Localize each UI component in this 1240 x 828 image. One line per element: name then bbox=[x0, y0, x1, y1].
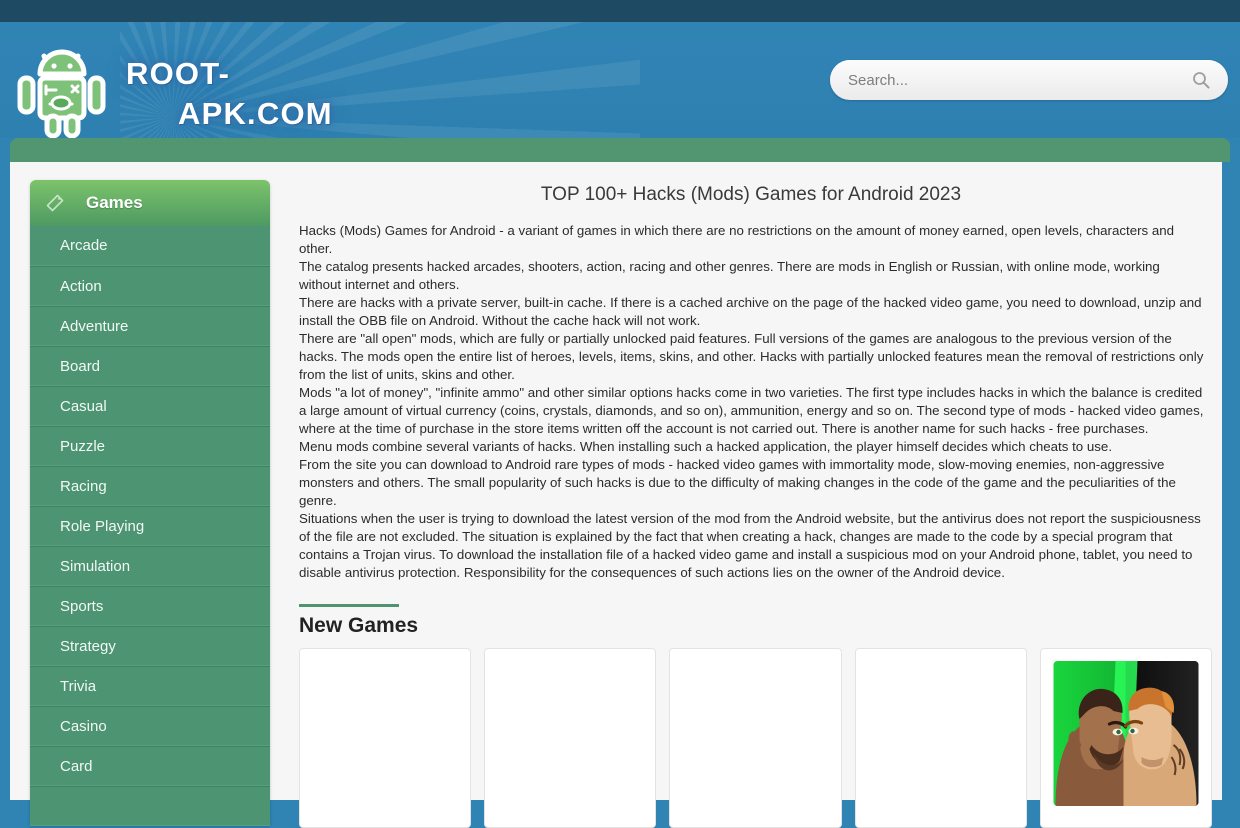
site-header: ROOT- APK.COM bbox=[0, 22, 1240, 138]
main-column: TOP 100+ Hacks (Mods) Games for Android … bbox=[290, 172, 1213, 828]
sidebar-games-menu: Games Arcade Action Adventure Board Casual Pu… bbox=[30, 180, 270, 826]
intro-paragraph: Mods "a lot of money", "infinite ammo" a… bbox=[299, 385, 1204, 436]
sidebar-item-label: Role Playing bbox=[60, 517, 145, 535]
sidebar-item-label: Casual bbox=[60, 397, 107, 415]
sidebar-item-label: Card bbox=[60, 757, 93, 775]
search-input[interactable] bbox=[848, 60, 1188, 100]
sidebar-item-more[interactable] bbox=[30, 786, 270, 826]
sidebar-item-label: Casino bbox=[60, 717, 107, 735]
page-title: TOP 100+ Hacks (Mods) Games for Android … bbox=[540, 184, 962, 205]
intro-paragraph: There are hacks with a private server, b… bbox=[299, 295, 1202, 328]
sidebar-item-strategy[interactable]: Strategy bbox=[30, 626, 270, 666]
search-icon[interactable] bbox=[1192, 71, 1210, 89]
sidebar-item-label: Sports bbox=[60, 597, 104, 615]
tag-icon bbox=[46, 194, 64, 212]
new-games-section-header: New Games bbox=[299, 604, 1212, 638]
android-robot-wrench-icon bbox=[17, 49, 106, 138]
new-games-card-grid bbox=[290, 648, 1213, 828]
sidebar-item-label: Simulation bbox=[60, 557, 131, 575]
section-title: New Games bbox=[299, 614, 419, 637]
game-card[interactable] bbox=[669, 648, 842, 828]
game-card[interactable] bbox=[299, 648, 472, 828]
intro-paragraph: Menu mods combine several variants of ha… bbox=[299, 439, 1113, 454]
sidebar-item-label: Racing bbox=[60, 477, 107, 495]
sidebar-item-label: Arcade bbox=[60, 237, 108, 254]
game-thumbnail bbox=[1053, 661, 1199, 806]
sidebar-item-adventure[interactable]: Adventure bbox=[30, 306, 270, 346]
section-accent-rule bbox=[299, 604, 399, 607]
sidebar-item-card[interactable]: Card bbox=[30, 746, 270, 786]
game-card[interactable] bbox=[1039, 648, 1213, 828]
right-gutter bbox=[1230, 138, 1240, 800]
sidebar-title: Games bbox=[86, 193, 143, 212]
green-divider-band bbox=[10, 138, 1230, 162]
sidebar-item-label: Strategy bbox=[60, 637, 116, 655]
intro-paragraph: Hacks (Mods) Games for Android - a varia… bbox=[299, 223, 1175, 256]
sidebar-item-sports[interactable]: Sports bbox=[30, 586, 270, 626]
top-navy-strip bbox=[0, 0, 1240, 22]
sidebar-item-label: Adventure bbox=[60, 317, 129, 335]
sidebar-item-label: Trivia bbox=[60, 677, 97, 695]
intro-paragraph: Situations when the user is trying to do… bbox=[299, 511, 1201, 580]
logo-text-line-1: ROOT- bbox=[126, 56, 231, 91]
search-area bbox=[830, 60, 1228, 100]
intro-paragraph: The catalog presents hacked arcades, sho… bbox=[299, 259, 1160, 292]
two-fighters-game-icon bbox=[1053, 661, 1199, 806]
sidebar-item-puzzle[interactable]: Puzzle bbox=[30, 426, 270, 466]
sidebar-header: Games bbox=[30, 180, 270, 226]
sidebar-item-label: Action bbox=[60, 277, 102, 295]
left-gutter bbox=[0, 138, 10, 800]
sidebar-item-action[interactable]: Action bbox=[30, 266, 270, 306]
intro-paragraph: From the site you can download to Androi… bbox=[299, 457, 1176, 508]
sidebar-item-casino[interactable]: Casino bbox=[30, 706, 270, 746]
intro-paragraph: There are "all open" mods, which are ful… bbox=[299, 331, 1204, 382]
sidebar-item-board[interactable]: Board bbox=[30, 346, 270, 386]
logo-text-line-2: APK.COM bbox=[178, 96, 333, 131]
search-box[interactable] bbox=[830, 60, 1228, 100]
sidebar-item-racing[interactable]: Racing bbox=[30, 466, 270, 506]
game-card[interactable] bbox=[854, 648, 1027, 828]
sidebar-item-casual[interactable]: Casual bbox=[30, 386, 270, 426]
site-logo[interactable]: ROOT- APK.COM bbox=[12, 36, 362, 138]
page-body: Games Arcade Action Adventure Board Casual Pu… bbox=[10, 162, 1222, 828]
game-card[interactable] bbox=[484, 648, 657, 828]
sidebar-item-simulation[interactable]: Simulation bbox=[30, 546, 270, 586]
intro-text: Hacks (Mods) Games for Android - a varia… bbox=[290, 222, 1212, 582]
sidebar-item-trivia[interactable]: Trivia bbox=[30, 666, 270, 706]
sidebar-item-label: Board bbox=[60, 357, 101, 375]
sidebar-item-label: Puzzle bbox=[60, 437, 106, 455]
sidebar-item-role-playing[interactable]: Role Playing bbox=[30, 506, 270, 546]
sidebar-item-arcade[interactable]: Arcade bbox=[30, 226, 270, 266]
